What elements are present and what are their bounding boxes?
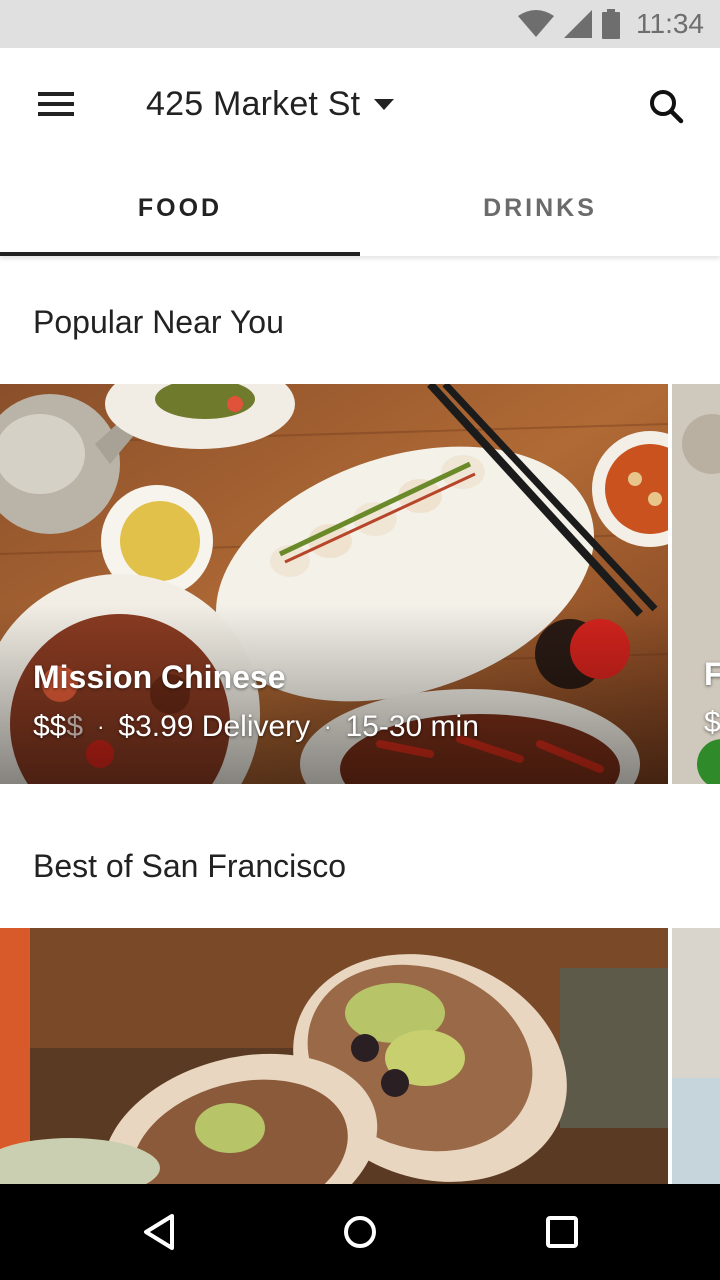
status-time: 11:34 xyxy=(636,8,704,39)
best-of-carousel xyxy=(0,928,720,1184)
delivery-eta: 15-30 min xyxy=(345,710,479,743)
tab-food[interactable]: FOOD xyxy=(0,160,360,256)
home-circle-icon xyxy=(344,1216,376,1248)
restaurant-name: Mission Chinese xyxy=(33,659,286,695)
cellular-signal-icon xyxy=(564,10,592,38)
price-level-inactive: $ xyxy=(66,710,84,743)
app-bar: 425 Market St xyxy=(0,48,720,160)
menu-button[interactable] xyxy=(22,82,90,126)
active-tab-indicator xyxy=(0,252,360,256)
system-navigation-bar xyxy=(0,1184,720,1280)
restaurant-photo xyxy=(672,928,720,1184)
section-title-best-of: Best of San Francisco xyxy=(33,848,347,884)
status-icons: 11:34 xyxy=(518,0,704,48)
delivery-fee: $3.99 Delivery xyxy=(118,710,311,743)
restaurant-photo xyxy=(0,928,668,1184)
price-level-active: $$ xyxy=(33,710,67,743)
restaurant-name-partial: F xyxy=(704,656,720,692)
wifi-icon xyxy=(518,10,554,37)
hamburger-menu-icon xyxy=(38,92,74,116)
restaurant-card-mission-chinese[interactable]: Mission Chinese $$ $ · $3.99 Delivery · 1… xyxy=(0,384,668,784)
nav-recents-button[interactable] xyxy=(538,1208,586,1256)
caret-down-icon xyxy=(374,99,395,110)
restaurant-meta-partial: $ xyxy=(704,706,720,739)
nav-home-button[interactable] xyxy=(336,1208,384,1256)
recents-square-icon xyxy=(546,1216,578,1248)
popular-carousel: Mission Chinese $$ $ · $3.99 Delivery · 1… xyxy=(0,384,720,784)
delivery-address: 425 Market St xyxy=(146,84,361,123)
tab-drinks[interactable]: DRINKS xyxy=(360,160,720,256)
restaurant-meta: $$ $ · $3.99 Delivery · 15-30 min xyxy=(33,710,479,744)
meta-separator: · xyxy=(324,714,332,739)
restaurant-card-burrito[interactable] xyxy=(0,928,668,1184)
restaurant-card-next[interactable] xyxy=(672,928,720,1184)
battery-icon xyxy=(602,9,620,39)
section-title-popular: Popular Near You xyxy=(33,304,284,340)
category-tabs: FOOD DRINKS xyxy=(0,160,720,256)
search-icon xyxy=(650,90,684,124)
tab-food-label: FOOD xyxy=(137,193,223,222)
nav-back-button[interactable] xyxy=(136,1208,184,1256)
restaurant-card-next[interactable]: F $ xyxy=(672,384,720,784)
meta-separator: · xyxy=(97,714,105,739)
tab-drinks-label: DRINKS xyxy=(483,193,597,222)
delivery-address-selector[interactable]: 425 Market St xyxy=(146,78,395,130)
back-triangle-icon xyxy=(144,1214,174,1250)
status-bar: 11:34 xyxy=(0,0,720,48)
search-button[interactable] xyxy=(646,86,686,126)
